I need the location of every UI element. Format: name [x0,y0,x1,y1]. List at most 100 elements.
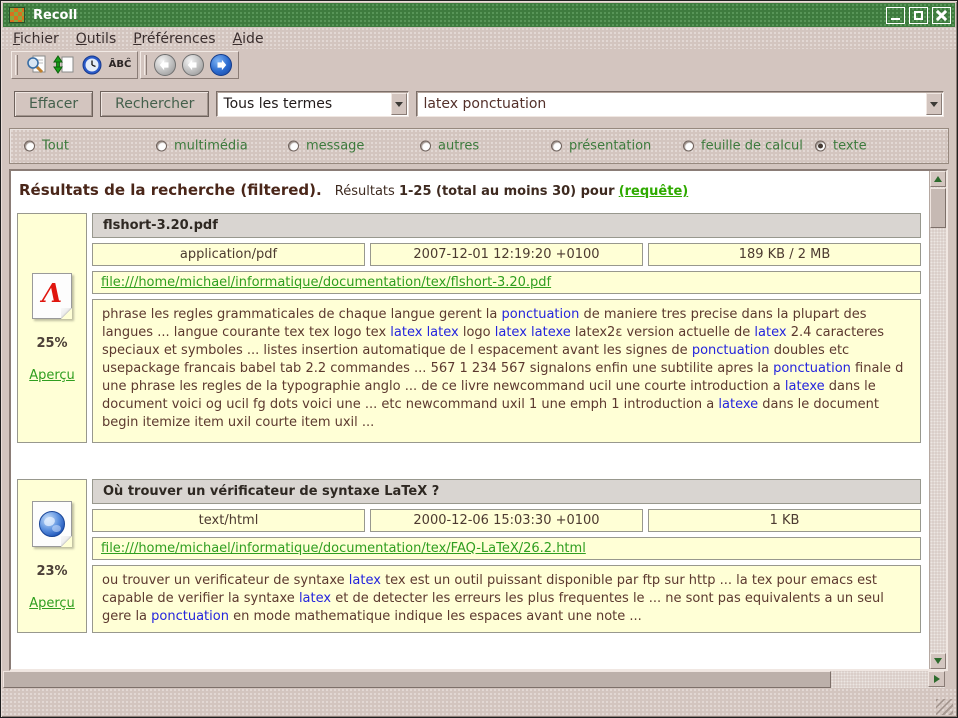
result-detail-column: Où trouver un vérificateur de syntaxe La… [92,479,921,633]
result-item: 23% Aperçu Où trouver un vérificateur de… [17,479,921,633]
filter-radio-tout[interactable]: Tout [24,139,69,154]
relevance-percent: 25% [36,336,67,351]
filter-radio-autres[interactable]: autres [420,139,479,154]
pdf-document-icon[interactable]: Ʌ [32,273,72,319]
menu-preferences[interactable]: Préférences [133,31,215,47]
chevron-down-icon [930,102,938,107]
recoll-window: Recoll Fichier Outils Préférences Aide [0,0,958,718]
filter-radio-texte[interactable]: texte [815,139,867,154]
maximize-icon [914,11,923,20]
preview-document-button[interactable] [23,53,49,77]
filter-radio-multimedia[interactable]: multimédia [156,139,248,154]
results-summary: Résultats 1-25 (total au moins 30) pour … [335,184,688,199]
close-button[interactable] [932,7,951,24]
preview-link[interactable]: Aperçu [29,596,75,611]
category-filter-bar: Tout multimédia message autres présentat… [9,128,949,164]
horizontal-scrollbar[interactable] [3,671,945,688]
titlebar[interactable]: Recoll [3,3,955,27]
scroll-right-button[interactable] [928,671,945,687]
result-date: 2000-12-06 15:03:30 +0100 [370,509,643,532]
nav-next-page-button[interactable] [208,53,234,77]
resize-grip[interactable] [936,699,953,715]
search-mode-value: Tous les termes [217,92,390,116]
result-meta-row: application/pdf 2007-12-01 12:19:20 +010… [92,243,921,266]
result-url-cell: file:///home/michael/informatique/docume… [92,537,921,560]
close-icon [936,10,947,21]
result-title: flshort-3.20.pdf [92,213,921,238]
nav-next-page-icon [210,54,232,76]
result-item: Ʌ 25% Aperçu flshort-3.20.pdf applicatio… [17,213,921,443]
toolbar-handle[interactable] [15,55,18,75]
horizontal-scroll-thumb[interactable] [3,671,831,688]
result-snippet: phrase les regles grammaticales de chaqu… [92,299,921,443]
filter-radio-presentation[interactable]: présentation [551,139,651,154]
arrow-down-icon [934,658,942,664]
scroll-down-button[interactable] [930,653,946,669]
search-button[interactable]: Rechercher [100,91,209,117]
query-details-link[interactable]: (requête) [619,184,689,199]
result-url-link[interactable]: file:///home/michael/informatique/docume… [101,275,551,290]
nav-first-page-button[interactable] [152,53,178,77]
nav-first-page-icon [154,54,176,76]
result-detail-column: flshort-3.20.pdf application/pdf 2007-12… [92,213,921,443]
filter-radio-message[interactable]: message [288,139,364,154]
radio-icon [24,141,35,152]
search-mode-select[interactable]: Tous les termes [216,91,409,117]
results-title: Résultats de la recherche (filtered). [19,181,322,199]
clear-button[interactable]: Effacer [14,91,93,117]
result-snippet: ou trouver un verificateur de syntaxe la… [92,565,921,633]
filter-radio-feuille-de-calcul[interactable]: feuille de calcul [683,139,803,154]
status-bar [1,688,957,718]
menu-fichier[interactable]: Fichier [13,31,59,47]
search-input[interactable] [417,92,925,116]
radio-icon [551,141,562,152]
result-date: 2007-12-01 12:19:20 +0100 [370,243,643,266]
mode-dropdown-button[interactable] [391,93,407,115]
toolbar-group-main: ÂBĈ [11,51,138,79]
minimize-button[interactable] [886,7,905,24]
result-url-cell: file:///home/michael/informatique/docume… [92,271,921,294]
term-explorer-button[interactable]: ÂBĈ [107,53,133,77]
result-mime: text/html [92,509,365,532]
radio-icon [815,141,826,152]
menubar: Fichier Outils Préférences Aide [1,27,957,49]
minimize-icon [891,18,900,20]
radio-icon [288,141,299,152]
results-list: Résultats de la recherche (filtered). Ré… [11,171,929,669]
menu-aide[interactable]: Aide [233,31,264,47]
relevance-percent: 23% [36,564,67,579]
maximize-button[interactable] [909,7,928,24]
query-combo[interactable] [416,91,944,117]
window-title: Recoll [33,8,882,23]
nav-previous-page-button[interactable] [180,53,206,77]
result-size: 1 KB [648,509,921,532]
radio-icon [420,141,431,152]
vertical-scroll-thumb[interactable] [930,188,946,228]
history-clock-icon [81,54,103,76]
radio-icon [156,141,167,152]
toolbar-handle[interactable] [144,55,147,75]
chevron-down-icon [395,102,403,107]
menu-outils[interactable]: Outils [76,31,116,47]
history-button[interactable] [79,53,105,77]
nav-previous-page-icon [182,54,204,76]
arrow-up-icon [934,176,942,182]
query-dropdown-button[interactable] [926,93,942,115]
html-document-icon[interactable] [32,501,72,547]
toolbar: ÂBĈ [1,49,957,80]
result-url-link[interactable]: file:///home/michael/informatique/docume… [101,541,586,556]
term-explorer-icon: ÂBĈ [109,59,132,70]
vertical-scrollbar[interactable] [929,171,946,669]
update-index-button[interactable] [51,53,77,77]
result-title: Où trouver un vérificateur de syntaxe La… [92,479,921,504]
results-panel: Résultats de la recherche (filtered). Ré… [9,169,948,671]
scroll-up-button[interactable] [930,171,946,187]
app-icon [9,7,25,23]
radio-icon [683,141,694,152]
sort-document-icon [53,54,75,76]
preview-link[interactable]: Aperçu [29,368,75,383]
results-heading: Résultats de la recherche (filtered). Ré… [19,180,927,199]
result-mime: application/pdf [92,243,365,266]
result-meta-row: text/html 2000-12-06 15:03:30 +0100 1 KB [92,509,921,532]
arrow-right-icon [934,675,940,683]
